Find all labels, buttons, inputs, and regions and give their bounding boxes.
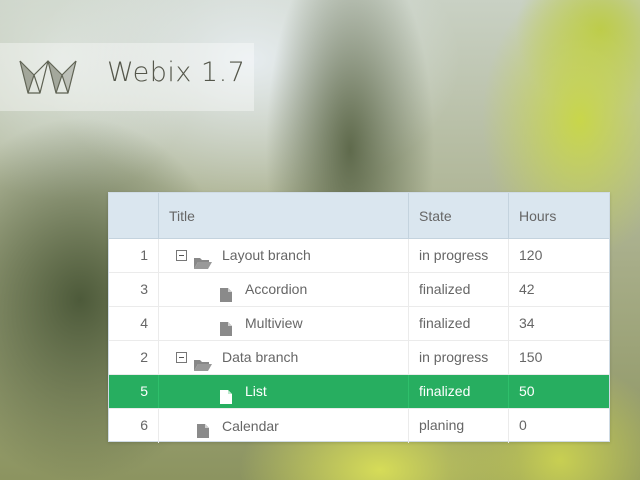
row-title-cell[interactable]: Accordion (159, 273, 409, 306)
row-id-cell: 3 (109, 273, 159, 306)
header-title[interactable]: Title (159, 193, 409, 238)
minus-square-icon[interactable] (176, 352, 187, 363)
row-title-label: Multiview (245, 315, 303, 331)
row-title-cell[interactable]: List (159, 375, 409, 408)
table-row[interactable]: 3 Accordion finalized 42 (109, 273, 609, 307)
table-row[interactable]: 6 Calendar planing 0 (109, 409, 609, 443)
row-title-cell[interactable]: Multiview (159, 307, 409, 340)
file-icon (196, 418, 210, 438)
folder-open-icon (193, 249, 213, 269)
header-hours[interactable]: Hours (509, 193, 609, 238)
row-hours-cell: 42 (519, 281, 535, 297)
row-title-cell[interactable]: Calendar (159, 409, 409, 443)
row-hours-cell: 150 (519, 349, 543, 365)
row-hours-cell: 50 (519, 383, 535, 399)
row-hours-cell: 120 (519, 247, 543, 263)
row-state-cell: in progress (409, 239, 509, 272)
row-id-cell: 4 (109, 307, 159, 340)
row-hours-cell: 34 (519, 315, 535, 331)
row-hours-cell: 0 (519, 417, 527, 433)
row-title-cell[interactable]: Data branch (159, 341, 409, 374)
row-state-cell: finalized (409, 273, 509, 306)
row-id-cell: 6 (109, 409, 159, 443)
header-state[interactable]: State (409, 193, 509, 238)
table-row[interactable]: 1 Layout branch in progress 120 (109, 239, 609, 273)
webix-logo (19, 60, 77, 94)
row-state-cell: finalized (409, 307, 509, 340)
row-title-label: List (245, 383, 267, 399)
row-title-cell[interactable]: Layout branch (159, 239, 409, 272)
tree-table[interactable]: Title State Hours 1 Layout branch in progr… (108, 192, 610, 443)
file-icon (219, 282, 233, 302)
folder-open-icon (193, 351, 213, 371)
row-id-cell: 2 (109, 341, 159, 374)
table-header: Title State Hours (109, 193, 609, 239)
table-row[interactable]: 5 List finalized 50 (109, 375, 609, 409)
table-body: 1 Layout branch in progress 120 3 Accordion fi… (109, 239, 609, 443)
row-state-cell: finalized (409, 375, 509, 408)
header-index[interactable] (109, 193, 159, 238)
table-row[interactable]: 2 Data branch in progress 150 (109, 341, 609, 375)
app-title: Webix 1.7 (107, 57, 246, 88)
minus-square-icon[interactable] (176, 250, 187, 261)
file-icon (219, 316, 233, 336)
row-id-cell: 5 (109, 375, 159, 408)
table-row[interactable]: 4 Multiview finalized 34 (109, 307, 609, 341)
row-title-label: Accordion (245, 281, 308, 297)
row-title-label: Calendar (222, 417, 279, 434)
brand-bar: Webix 1.7 (0, 43, 254, 111)
row-id-cell: 1 (109, 239, 159, 272)
row-state-cell: planing (409, 409, 509, 443)
row-title-label: Data branch (222, 349, 299, 365)
row-title-label: Layout branch (222, 247, 311, 263)
file-icon (219, 384, 233, 404)
row-state-cell: in progress (409, 341, 509, 374)
